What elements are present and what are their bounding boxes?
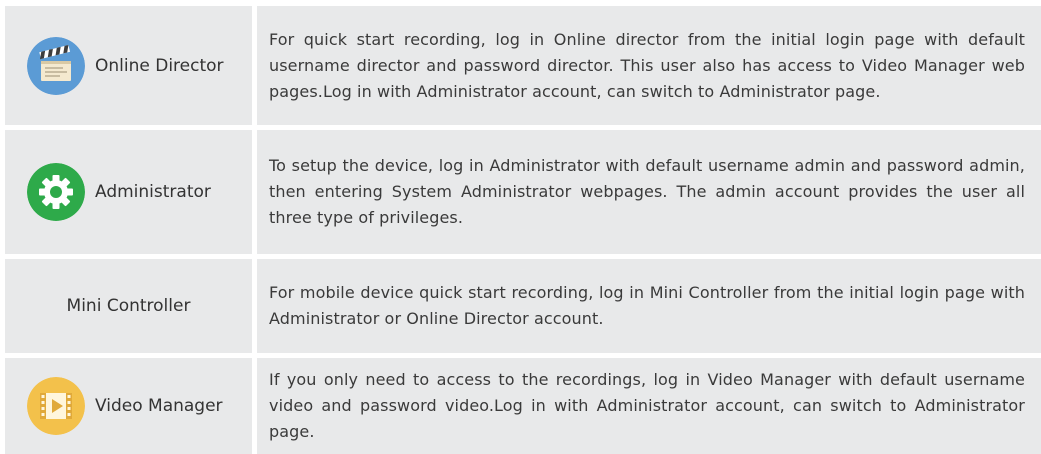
table-row-video-manager: Video Manager If you only need to access… (5, 358, 1041, 454)
role-description: For quick start recording, log in Online… (269, 29, 1025, 101)
role-title: Online Director (95, 55, 224, 76)
role-cell: Video Manager (5, 358, 252, 454)
description-cell: If you only need to access to the record… (257, 358, 1041, 454)
role-cell: Online Director (5, 6, 252, 125)
role-cell: Administrator (5, 130, 252, 254)
table-row-online-director: Online Director For quick start recordin… (5, 6, 1041, 125)
table-row-administrator: Administrator To setup the device, log i… (5, 130, 1041, 254)
role-description: To setup the device, log in Administrato… (269, 156, 1025, 227)
clapperboard-icon (27, 36, 85, 95)
description-cell: For quick start recording, log in Online… (257, 6, 1041, 125)
video-file-icon (27, 377, 85, 435)
description-cell: To setup the device, log in Administrato… (257, 130, 1041, 254)
gear-icon (27, 163, 85, 221)
role-cell: Mini Controller (5, 259, 252, 353)
role-title: Mini Controller (66, 296, 191, 316)
table-row-mini-controller: Mini Controller For mobile device quick … (5, 259, 1041, 353)
role-description: For mobile device quick start recording,… (269, 283, 1025, 328)
role-title: Administrator (95, 182, 211, 202)
role-title: Video Manager (95, 396, 223, 416)
role-description: If you only need to access to the record… (269, 370, 1025, 441)
description-cell: For mobile device quick start recording,… (257, 259, 1041, 353)
